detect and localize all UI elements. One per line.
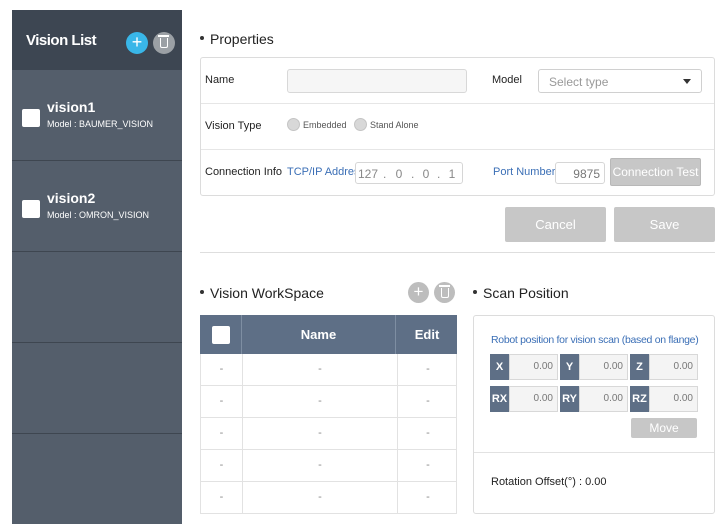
- vision-item-name: vision2: [47, 190, 96, 206]
- column-header-edit: Edit: [414, 327, 440, 342]
- chevron-down-icon: [683, 79, 691, 84]
- table-row[interactable]: ---: [200, 450, 457, 482]
- move-button[interactable]: Move: [631, 418, 697, 438]
- rotation-offset: Rotation Offset(°) : 0.00: [491, 476, 607, 488]
- ip-address-input[interactable]: 127 . 0 . 0 . 1: [355, 162, 463, 184]
- port-number-input[interactable]: 9875: [555, 162, 605, 184]
- vision-list-sidebar: Vision List + vision1 Model : BAUMER_VIS…: [12, 10, 182, 524]
- radio-circle-icon: [287, 118, 300, 131]
- scan-caption: Robot position for vision scan (based on…: [491, 334, 699, 346]
- ip-octet-4[interactable]: 1: [444, 167, 460, 181]
- axis-rx-value[interactable]: 0.00: [509, 386, 558, 412]
- cancel-button[interactable]: Cancel: [505, 207, 606, 242]
- vision-item-name: vision1: [47, 99, 96, 115]
- tcp-ip-label: TCP/IP Address: [287, 166, 366, 178]
- workspace-table: Name Edit --- --- --- --- ---: [200, 315, 457, 514]
- properties-title: Properties: [200, 31, 274, 47]
- table-row[interactable]: ---: [200, 386, 457, 418]
- radio-embedded[interactable]: Embedded: [287, 118, 347, 131]
- add-vision-button[interactable]: +: [126, 32, 148, 54]
- name-input[interactable]: [287, 69, 467, 93]
- vision-list-title: Vision List: [26, 32, 97, 49]
- scan-position-panel: Robot position for vision scan (based on…: [473, 315, 715, 514]
- table-row[interactable]: ---: [200, 354, 457, 386]
- model-select-value: Select type: [549, 75, 609, 89]
- vision-item-checkbox[interactable]: [22, 109, 40, 127]
- model-select[interactable]: Select type: [538, 69, 702, 93]
- section-divider: [200, 252, 715, 253]
- workspace-title: Vision WorkSpace: [200, 285, 324, 301]
- name-row: Name Model Select type: [201, 58, 714, 104]
- column-header-name: Name: [241, 315, 396, 354]
- workspace-table-header: Name Edit: [200, 315, 457, 354]
- vision-list-empty-row: [12, 252, 182, 343]
- ip-octet-2[interactable]: 0: [391, 167, 407, 181]
- vision-item-model: Model : OMRON_VISION: [47, 210, 150, 220]
- vision-type-label: Vision Type: [205, 120, 262, 132]
- axis-x-value[interactable]: 0.00: [509, 354, 558, 380]
- plus-icon: +: [131, 32, 143, 52]
- select-all-checkbox[interactable]: [212, 326, 230, 344]
- model-label: Model: [492, 74, 522, 86]
- axis-y-value[interactable]: 0.00: [579, 354, 628, 380]
- name-label: Name: [205, 74, 235, 86]
- delete-vision-button[interactable]: [153, 32, 175, 54]
- axis-rz-value[interactable]: 0.00: [649, 386, 698, 412]
- connection-info-label: Connection Info: [205, 166, 283, 178]
- table-row[interactable]: ---: [200, 482, 457, 514]
- port-number-label: Port Number: [493, 166, 556, 178]
- save-button[interactable]: Save: [614, 207, 715, 242]
- axis-z-value[interactable]: 0.00: [649, 354, 698, 380]
- vision-list-empty-row: [12, 343, 182, 434]
- ip-octet-1[interactable]: 127: [358, 167, 378, 181]
- table-row[interactable]: ---: [200, 418, 457, 450]
- axis-ry-value[interactable]: 0.00: [579, 386, 628, 412]
- vision-item-model: Model : BAUMER_VISION: [47, 119, 154, 129]
- radio-stand-alone[interactable]: Stand Alone: [354, 118, 419, 131]
- plus-icon: +: [413, 282, 424, 301]
- trash-icon: [158, 35, 169, 48]
- vision-type-row: Vision Type Embedded Stand Alone: [201, 104, 714, 150]
- vision-list-header: Vision List +: [12, 10, 182, 70]
- scan-position-title: Scan Position: [473, 285, 569, 301]
- add-workspace-button[interactable]: +: [408, 282, 429, 303]
- vision-list-item[interactable]: vision2 Model : OMRON_VISION: [12, 161, 182, 252]
- delete-workspace-button[interactable]: [434, 282, 455, 303]
- connection-test-button[interactable]: Connection Test: [610, 158, 701, 186]
- trash-icon: [439, 285, 450, 298]
- vision-list-item[interactable]: vision1 Model : BAUMER_VISION: [12, 70, 182, 161]
- radio-circle-icon: [354, 118, 367, 131]
- scan-divider: [474, 452, 714, 453]
- vision-item-checkbox[interactable]: [22, 200, 40, 218]
- ip-octet-3[interactable]: 0: [418, 167, 434, 181]
